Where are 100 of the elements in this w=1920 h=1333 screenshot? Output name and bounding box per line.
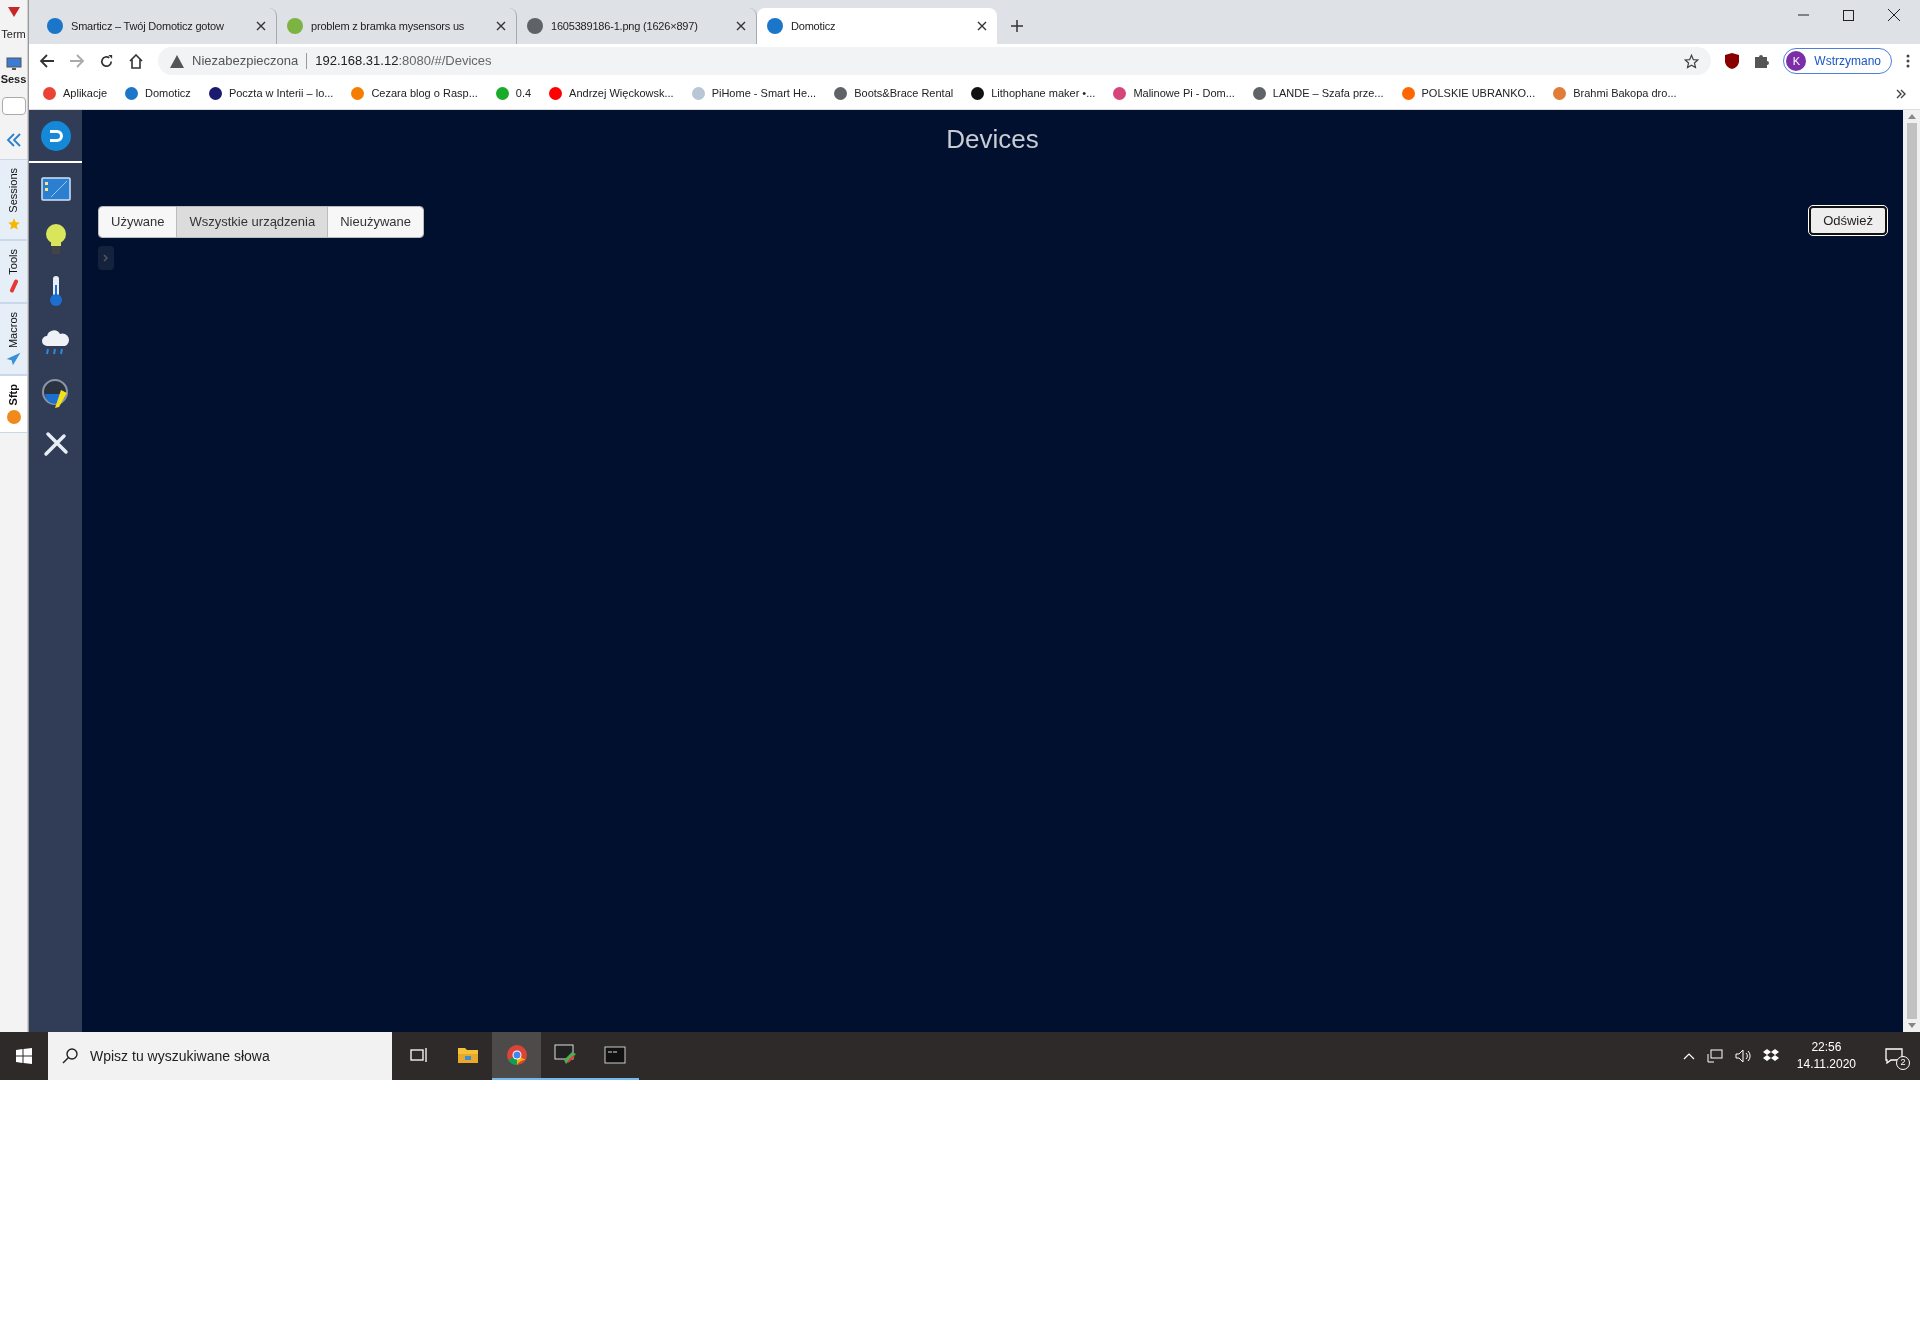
star-icon xyxy=(6,216,21,231)
chevron-icon xyxy=(103,254,109,262)
warning-icon xyxy=(170,54,184,68)
network-icon[interactable] xyxy=(1706,1049,1723,1063)
bookmark[interactable]: Lithophane maker •... xyxy=(971,85,1096,102)
bookmark[interactable]: 0.4 xyxy=(495,85,532,102)
bookmark-label: Brahmi Bakopa dro... xyxy=(1573,86,1677,102)
notifications-button[interactable]: 2 xyxy=(1874,1036,1914,1076)
chevron-icon[interactable] xyxy=(1896,88,1906,99)
console-icon[interactable] xyxy=(603,1046,626,1064)
side-tab-label: Sessions xyxy=(6,168,21,213)
search-field[interactable]: Wpisz tu wyszukiwane słowa xyxy=(48,1032,392,1080)
filter-tab[interactable]: Wszystkie urządzenia xyxy=(177,207,329,237)
filter-tab[interactable]: Używane xyxy=(99,207,178,237)
window-label: Term xyxy=(1,27,26,42)
bookmark-label: Malinowe Pi - Dom... xyxy=(1133,86,1235,102)
new-tab-icon[interactable] xyxy=(1011,20,1023,32)
side-tab[interactable]: Macros xyxy=(0,303,27,376)
side-tab[interactable]: Sftp xyxy=(0,375,27,433)
scroll-down-icon[interactable] xyxy=(1907,1023,1916,1028)
bookmark-label: Cezara blog o Rasp... xyxy=(371,86,478,102)
star-icon[interactable] xyxy=(1684,53,1700,69)
tab-title: Domoticz xyxy=(791,18,837,34)
bookmark[interactable]: Cezara blog o Rasp... xyxy=(351,85,478,102)
maximize-icon[interactable] xyxy=(1843,9,1854,21)
expand-handle[interactable] xyxy=(98,246,114,270)
bookmark-label: LANDE – Szafa prze... xyxy=(1272,86,1384,102)
side-tab-label: Sftp xyxy=(6,384,21,406)
terminal-app-icon[interactable] xyxy=(553,1044,578,1066)
chevron-up-icon[interactable] xyxy=(1682,1052,1695,1060)
light-bulb-icon[interactable] xyxy=(43,222,68,257)
menu-icon[interactable] xyxy=(1906,54,1910,68)
browser-tab[interactable]: Domoticz xyxy=(757,8,997,44)
rain-cloud-icon[interactable] xyxy=(40,327,71,356)
message-icon xyxy=(1885,1048,1903,1064)
puzzle-icon[interactable] xyxy=(1753,53,1770,69)
refresh-button[interactable]: Odśwież xyxy=(1809,206,1887,235)
side-tab[interactable]: Tools xyxy=(0,239,27,304)
bookmark[interactable]: Aplikacje xyxy=(43,85,108,102)
scroll-up-icon[interactable] xyxy=(1907,114,1916,119)
thermometer-icon[interactable] xyxy=(48,274,63,307)
reload-icon[interactable] xyxy=(99,53,114,69)
bookmark-label: Poczta w Interii – lo... xyxy=(228,86,334,102)
clock-time: 22:56 xyxy=(1811,1039,1842,1056)
close-icon[interactable] xyxy=(977,21,987,31)
close-icon[interactable] xyxy=(496,21,506,31)
bookmark-label: PiHome - Smart He... xyxy=(711,86,817,102)
dropbox-icon[interactable] xyxy=(1762,1049,1779,1063)
bookmark[interactable]: LANDE – Szafa prze... xyxy=(1252,85,1384,102)
shield-icon[interactable] xyxy=(1725,53,1740,69)
bookmark[interactable]: POLSKIE UBRANKO... xyxy=(1401,85,1536,102)
app-icon xyxy=(6,6,21,18)
monitor-icon[interactable] xyxy=(5,56,22,71)
profile-label: Wstrzymano xyxy=(1814,53,1881,70)
bookmark-label: Lithophane maker •... xyxy=(991,86,1096,102)
side-tab-label: Macros xyxy=(6,312,21,349)
logo-icon[interactable] xyxy=(40,120,71,151)
tab-title: problem z bramka mysensors us xyxy=(311,18,466,34)
tab-title: Smarticz – Twój Domoticz gotow xyxy=(71,18,225,34)
bookmark[interactable]: Domoticz xyxy=(125,85,191,102)
bookmark[interactable]: PiHome - Smart He... xyxy=(691,85,817,102)
bookmark[interactable]: Malinowe Pi - Dom... xyxy=(1113,85,1235,102)
search-field[interactable] xyxy=(1,97,26,115)
close-icon[interactable] xyxy=(736,21,746,31)
paper-plane-icon xyxy=(6,352,21,367)
bookmark[interactable]: Boots&Brace Rental xyxy=(834,85,954,102)
chrome-icon[interactable] xyxy=(505,1044,528,1066)
task-view-icon[interactable] xyxy=(409,1047,428,1063)
bookmark-label: Domoticz xyxy=(145,86,191,102)
bookmark-label: POLSKIE UBRANKO... xyxy=(1421,86,1536,102)
bookmark[interactable]: Andrzej Więckowsk... xyxy=(549,85,674,102)
security-label: Niezabezpieczona xyxy=(192,52,299,71)
bookmark-label: Aplikacje xyxy=(63,86,108,102)
speaker-icon[interactable] xyxy=(1734,1049,1751,1063)
close-icon[interactable] xyxy=(256,21,266,31)
bookmark-label: 0.4 xyxy=(515,86,532,102)
tab-title: 1605389186-1.png (1626×897) xyxy=(551,18,699,34)
filter-tab[interactable]: Nieużywane xyxy=(328,207,423,237)
bookmark-label: Boots&Brace Rental xyxy=(854,86,954,102)
home-icon[interactable] xyxy=(128,53,144,69)
windows-icon[interactable] xyxy=(16,1048,32,1064)
search-placeholder: Wpisz tu wyszukiwane słowa xyxy=(90,1046,270,1066)
url-text: 192.168.31.12:8080/#/Devices xyxy=(315,52,492,71)
notification-count: 2 xyxy=(1896,1056,1910,1070)
side-tab-label: Tools xyxy=(6,248,21,275)
collapse-icon[interactable] xyxy=(5,133,22,147)
folder-icon[interactable] xyxy=(456,1046,479,1064)
page-title: Devices xyxy=(945,123,1040,156)
scrollbar-thumb[interactable] xyxy=(1906,123,1917,1019)
bookmark[interactable]: Brahmi Bakopa dro... xyxy=(1553,85,1677,102)
bookmark[interactable]: Poczta w Interii – lo... xyxy=(208,85,334,102)
clock-date: 14.11.2020 xyxy=(1796,1056,1856,1073)
address-bar[interactable]: Niezabezpieczona 192.168.31.12:8080/#/Devices xyxy=(158,47,1712,75)
side-tab[interactable]: Sessions xyxy=(0,159,27,240)
dashboard-icon[interactable] xyxy=(40,176,71,201)
taskbar-app[interactable] xyxy=(492,1032,541,1080)
gauge-icon[interactable] xyxy=(40,377,71,408)
close-icon[interactable] xyxy=(1888,9,1900,21)
back-icon[interactable] xyxy=(39,54,55,68)
sessions-label: Sess xyxy=(0,71,27,87)
